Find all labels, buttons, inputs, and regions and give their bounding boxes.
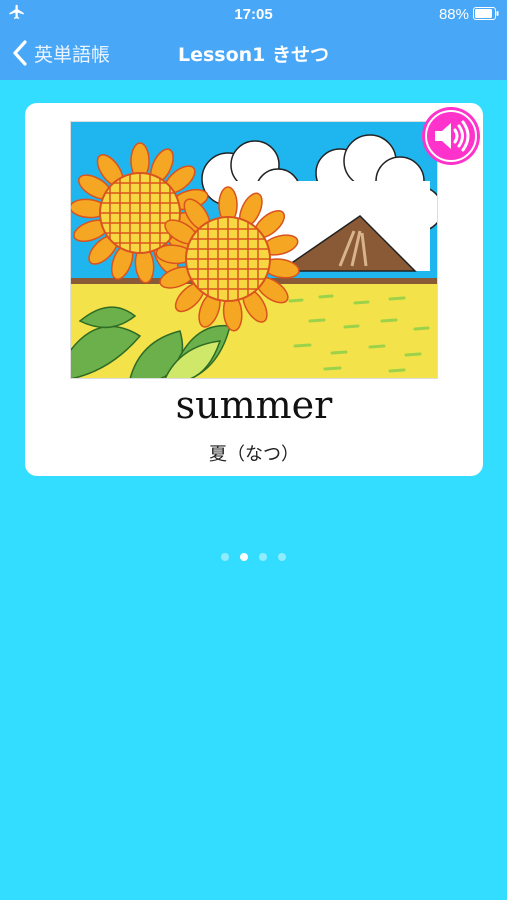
chevron-left-icon xyxy=(13,40,27,66)
flashcard[interactable]: summer 夏（なつ） xyxy=(25,103,483,476)
page-dot-current xyxy=(240,553,248,561)
battery-icon xyxy=(473,7,499,20)
sunflower-summer-illustration xyxy=(70,121,438,379)
status-bar: 17:05 88% xyxy=(0,0,507,30)
page-dot xyxy=(221,553,229,561)
navigation-bar: 英単語帳 Lesson1 きせつ xyxy=(0,30,507,80)
japanese-meaning: 夏（なつ） xyxy=(209,444,299,465)
page-indicator[interactable] xyxy=(0,553,507,561)
page-dot xyxy=(278,553,286,561)
battery-percentage: 88% xyxy=(438,6,469,23)
status-time: 17:05 xyxy=(234,6,273,23)
speaker-icon[interactable] xyxy=(421,106,481,166)
page-title: Lesson1 きせつ xyxy=(177,44,330,66)
back-button-label: 英単語帳 xyxy=(34,43,111,66)
page-dot xyxy=(259,553,267,561)
back-button[interactable]: 英単語帳 xyxy=(12,38,110,68)
english-word: summer xyxy=(175,383,333,427)
